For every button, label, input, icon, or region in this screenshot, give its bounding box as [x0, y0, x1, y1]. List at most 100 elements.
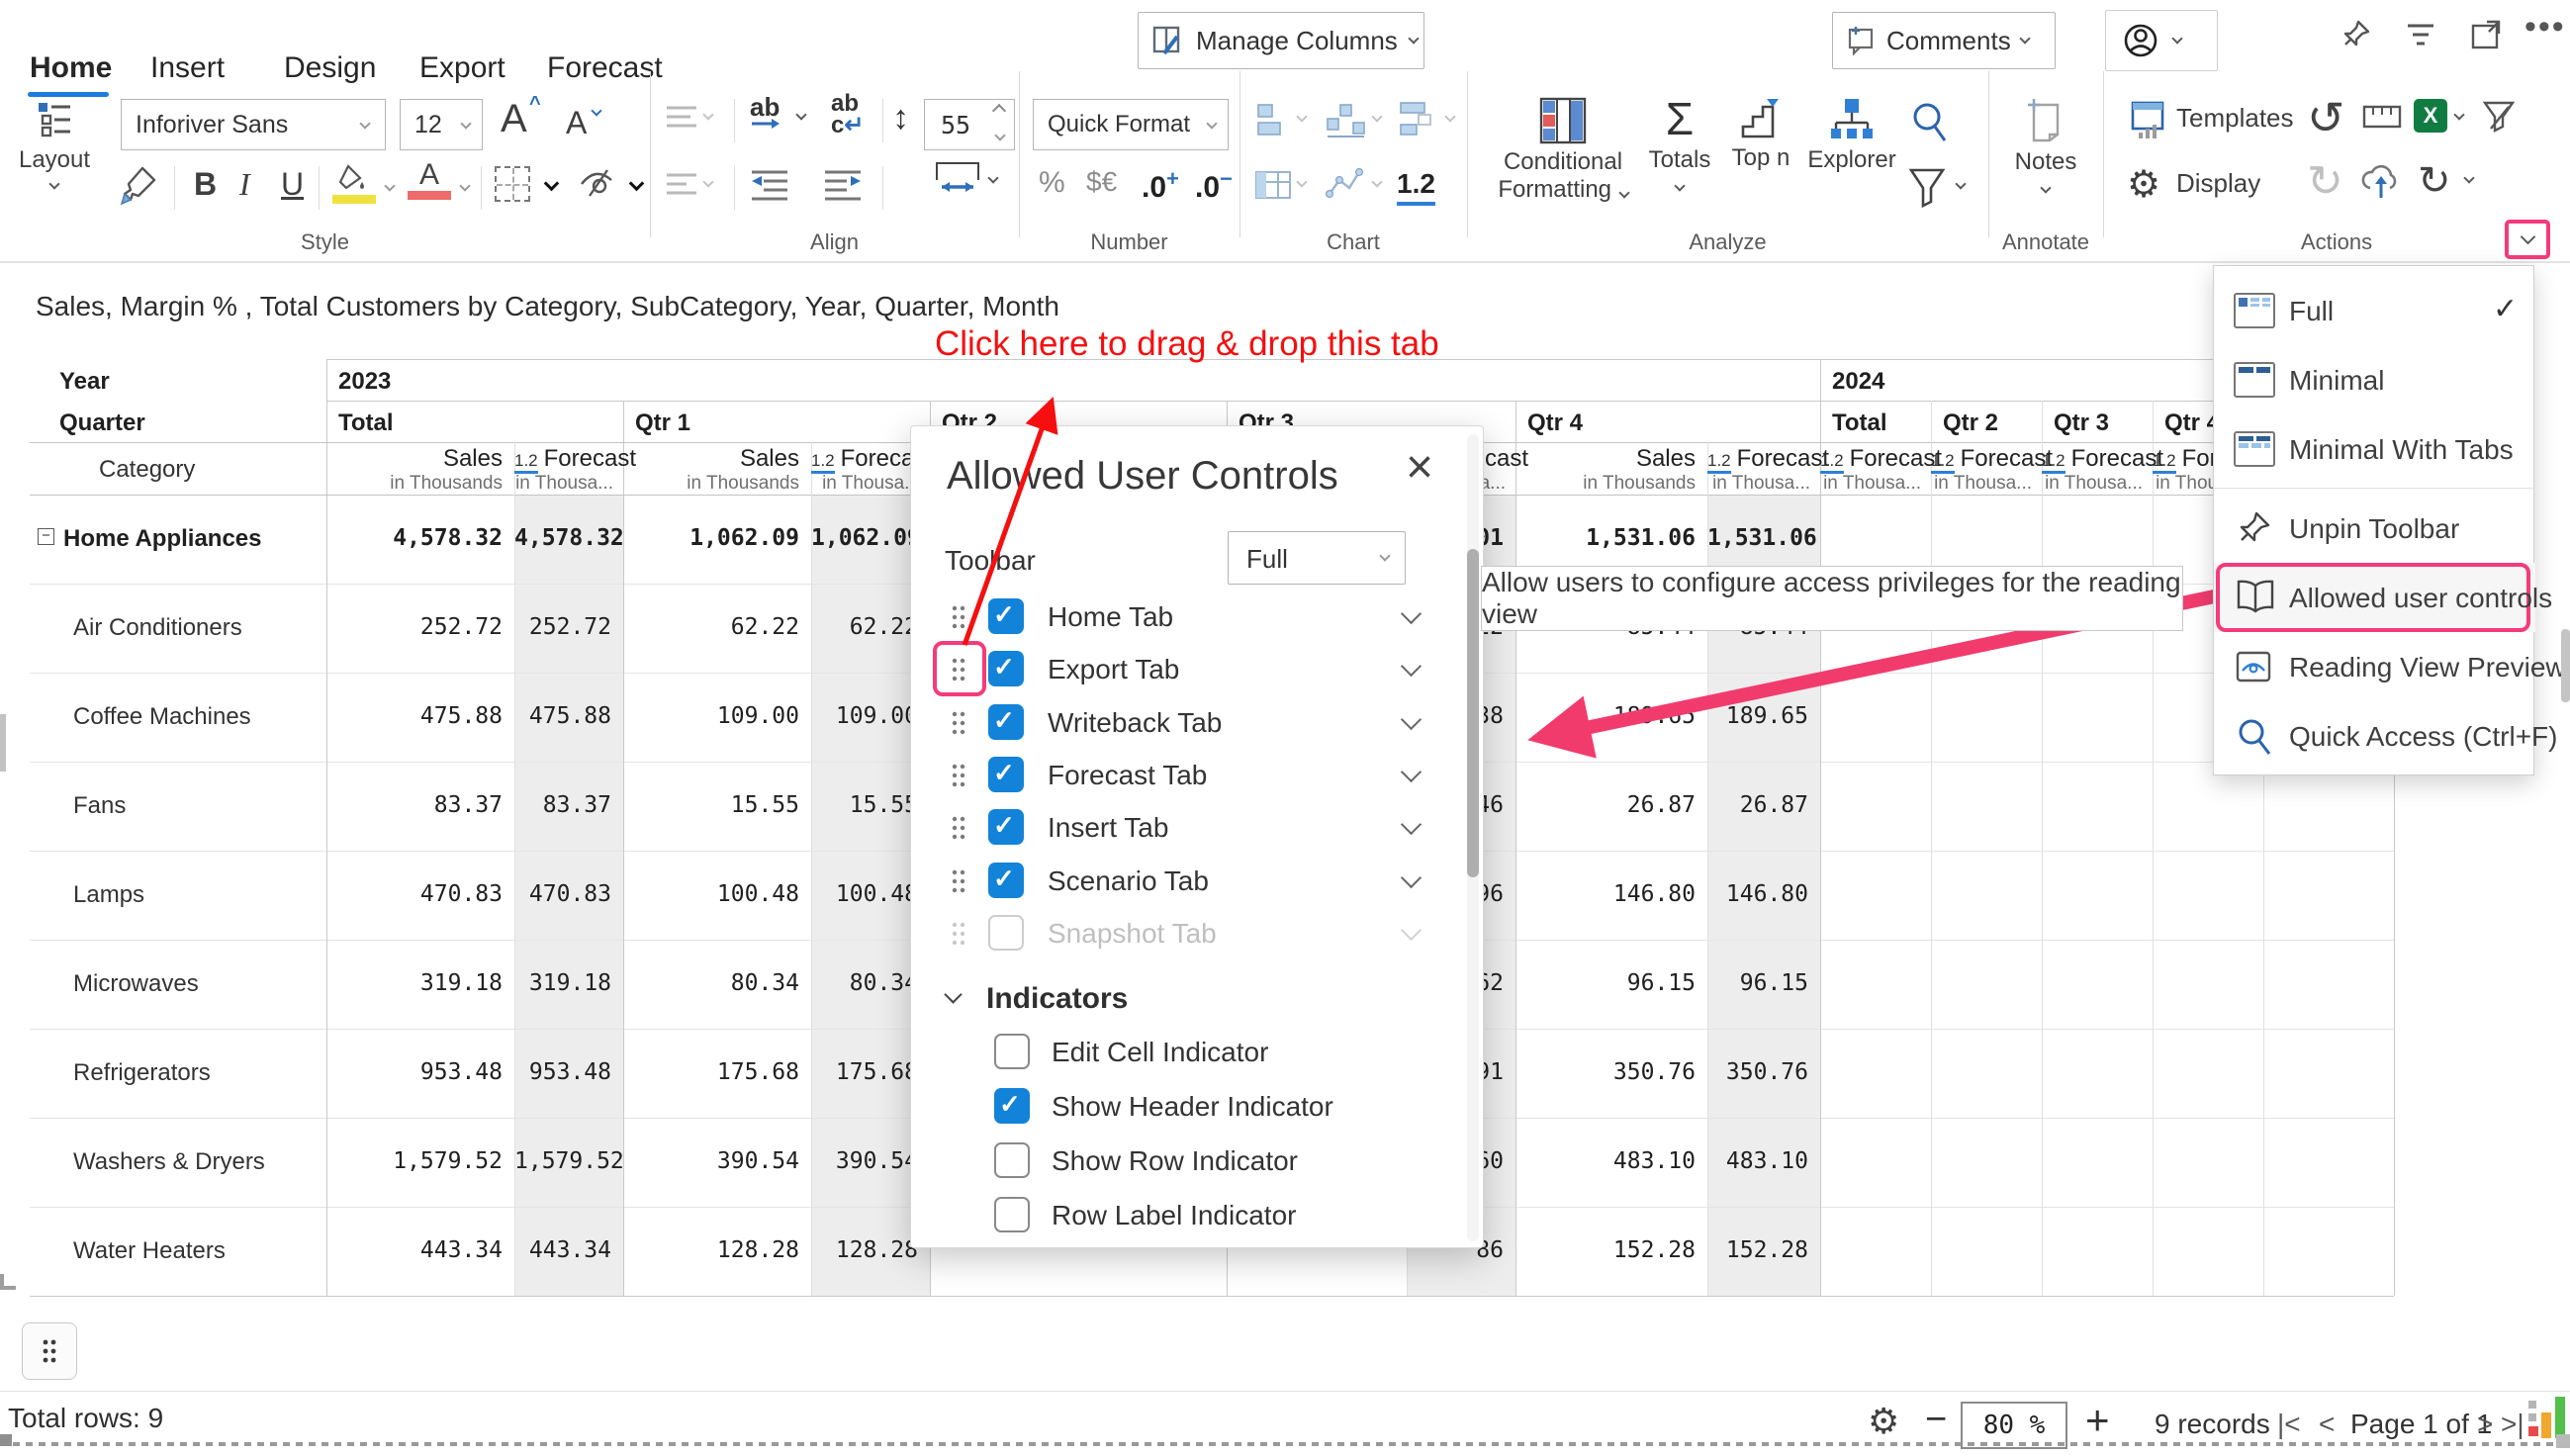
menu-item-full[interactable]: Full✓: [2214, 276, 2535, 345]
chevron-down-icon[interactable]: [1401, 762, 1422, 782]
year-header-2023[interactable]: 2023: [338, 368, 391, 396]
page-scrollbar-thumb[interactable]: [2561, 629, 2570, 702]
chevron-down-icon[interactable]: [1401, 656, 1422, 677]
checkbox[interactable]: [994, 1142, 1030, 1178]
checkbox[interactable]: ✓: [988, 651, 1024, 686]
row-label[interactable]: Washers & Dryers: [73, 1148, 265, 1176]
drag-handle-icon[interactable]: [951, 710, 966, 736]
row-label[interactable]: Water Heaters: [73, 1237, 226, 1265]
menu-item-allowed-user-controls[interactable]: Allowed user controls: [2214, 563, 2535, 632]
table-cell[interactable]: 475.88: [514, 703, 611, 729]
table-cell[interactable]: 319.18: [514, 970, 611, 996]
table-cell[interactable]: 96.15: [1707, 970, 1808, 996]
table-cell[interactable]: 1,531.06: [1707, 525, 1808, 551]
drag-handle-icon[interactable]: [951, 815, 966, 841]
checkbox[interactable]: ✓: [988, 704, 1024, 740]
forecast-column-header[interactable]: 1.2Forecastin Thousa...: [1931, 445, 2032, 495]
table-cell[interactable]: 146.80: [1515, 881, 1696, 907]
table-cell[interactable]: 109.00: [811, 703, 918, 729]
quarter-header[interactable]: Qtr 1: [635, 410, 690, 437]
chevron-down-icon[interactable]: [1401, 920, 1422, 941]
forecast-column-header[interactable]: 1.2Forecastin Thousa...: [2042, 445, 2143, 495]
forecast-column-header[interactable]: 1.2Forecastin Thousa...: [811, 445, 920, 495]
table-cell[interactable]: 62.22: [623, 614, 799, 640]
table-cell[interactable]: 189.65: [1515, 703, 1696, 729]
drag-handle-icon[interactable]: [951, 763, 966, 788]
table-cell[interactable]: 152.28: [1707, 1237, 1808, 1263]
quarter-header[interactable]: Total: [338, 410, 394, 437]
quarter-header[interactable]: Qtr 4: [1527, 410, 1583, 437]
table-cell[interactable]: 1,579.52: [326, 1148, 503, 1174]
table-cell[interactable]: 252.72: [326, 614, 503, 640]
table-cell[interactable]: 128.28: [811, 1237, 918, 1263]
chevron-down-icon[interactable]: [1401, 603, 1422, 624]
table-cell[interactable]: 475.88: [326, 703, 503, 729]
checkbox[interactable]: [988, 915, 1024, 951]
toolbar-mode-select[interactable]: Full: [1228, 531, 1406, 585]
table-cell[interactable]: 100.48: [623, 881, 799, 907]
year-header-2024[interactable]: 2024: [1832, 368, 1884, 396]
table-cell[interactable]: 96.15: [1515, 970, 1696, 996]
table-cell[interactable]: 390.54: [623, 1148, 799, 1174]
chevron-down-icon[interactable]: [1401, 867, 1422, 888]
table-cell[interactable]: 953.48: [326, 1059, 503, 1085]
table-cell[interactable]: 319.18: [326, 970, 503, 996]
table-cell[interactable]: 15.55: [623, 792, 799, 818]
table-cell[interactable]: 483.10: [1515, 1148, 1696, 1174]
table-cell[interactable]: 1,062.09: [623, 525, 799, 551]
row-label[interactable]: Home Appliances: [63, 525, 262, 553]
table-cell[interactable]: 26.87: [1707, 792, 1808, 818]
menu-item-unpin-toolbar[interactable]: Unpin Toolbar: [2214, 494, 2535, 563]
menu-item-minimal-with-tabs[interactable]: Minimal With Tabs: [2214, 414, 2535, 484]
checkbox[interactable]: [994, 1197, 1030, 1232]
sales-column-header[interactable]: Salesin Thousands: [1515, 445, 1696, 495]
checkbox[interactable]: ✓: [994, 1088, 1030, 1124]
menu-item-minimal[interactable]: Minimal: [2214, 345, 2535, 414]
table-cell[interactable]: 1,579.52: [514, 1148, 611, 1174]
menu-item-reading-view-preview[interactable]: Reading View Preview: [2214, 632, 2535, 701]
row-label[interactable]: Lamps: [73, 881, 144, 909]
chevron-down-icon[interactable]: [1401, 814, 1422, 835]
table-cell[interactable]: 443.34: [514, 1237, 611, 1263]
table-cell[interactable]: 470.83: [326, 881, 503, 907]
table-cell[interactable]: 175.68: [623, 1059, 799, 1085]
table-cell[interactable]: 252.72: [514, 614, 611, 640]
table-cell[interactable]: 100.48: [811, 881, 918, 907]
modal-scrollbar-thumb[interactable]: [1467, 549, 1479, 877]
table-cell[interactable]: 146.80: [1707, 881, 1808, 907]
sales-column-header[interactable]: Salesin Thousands: [326, 445, 503, 495]
drag-handle-icon[interactable]: [951, 868, 966, 894]
table-cell[interactable]: 483.10: [1707, 1148, 1808, 1174]
close-icon[interactable]: ×: [1406, 444, 1433, 492]
table-cell[interactable]: 15.55: [811, 792, 918, 818]
table-cell[interactable]: 152.28: [1515, 1237, 1696, 1263]
row-label[interactable]: Fans: [73, 792, 126, 820]
row-label[interactable]: Refrigerators: [73, 1059, 211, 1087]
table-cell[interactable]: 175.68: [811, 1059, 918, 1085]
row-label[interactable]: Microwaves: [73, 970, 199, 998]
quarter-header[interactable]: Qtr 2: [1943, 410, 1998, 437]
table-cell[interactable]: 1,531.06: [1515, 525, 1696, 551]
forecast-column-header[interactable]: 1.2Forecastin Thousa...: [1707, 445, 1810, 495]
row-label[interactable]: Coffee Machines: [73, 703, 251, 731]
table-cell[interactable]: 80.34: [623, 970, 799, 996]
quarter-header[interactable]: Qtr 4: [2164, 410, 2220, 437]
quarter-header[interactable]: Total: [1832, 410, 1887, 437]
table-cell[interactable]: 953.48: [514, 1059, 611, 1085]
category-header[interactable]: Category: [99, 456, 195, 484]
table-cell[interactable]: 4,578.32: [326, 525, 503, 551]
table-cell[interactable]: 4,578.32: [514, 525, 611, 551]
table-cell[interactable]: 189.65: [1707, 703, 1808, 729]
sales-column-header[interactable]: Salesin Thousands: [623, 445, 799, 495]
drag-handle-icon[interactable]: [951, 657, 966, 682]
quarter-header[interactable]: Qtr 3: [2054, 410, 2109, 437]
drag-handle-icon[interactable]: [951, 921, 966, 947]
table-cell[interactable]: 443.34: [326, 1237, 503, 1263]
checkbox[interactable]: [994, 1034, 1030, 1069]
table-cell[interactable]: 83.37: [326, 792, 503, 818]
checkbox[interactable]: ✓: [988, 863, 1024, 898]
table-cell[interactable]: 80.34: [811, 970, 918, 996]
indicators-section-header[interactable]: Indicators: [911, 980, 1465, 1020]
table-cell[interactable]: 1,062.09: [811, 525, 918, 551]
table-cell[interactable]: 350.76: [1707, 1059, 1808, 1085]
